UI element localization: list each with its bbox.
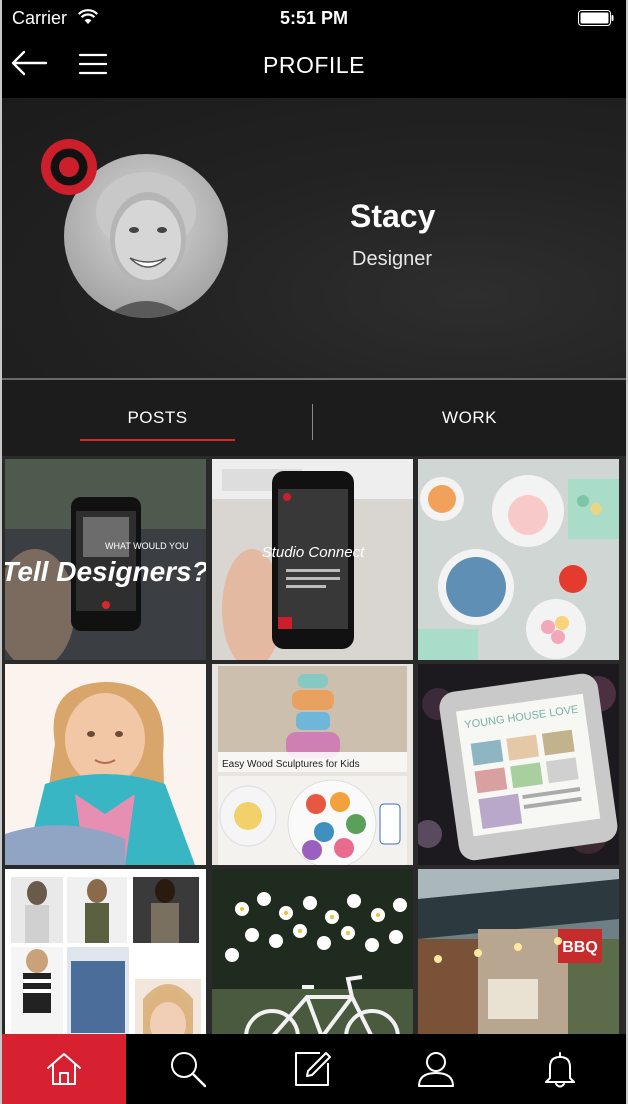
post-tile[interactable]: BBQ: [418, 869, 619, 1034]
compose-icon: [295, 1052, 331, 1086]
post-tile[interactable]: [418, 459, 619, 660]
clock: 5:51 PM: [279, 8, 349, 28]
post-tile[interactable]: [5, 664, 206, 865]
target-logo-icon: [41, 139, 97, 195]
post-subtext: WHAT WOULD YOU: [105, 541, 189, 551]
post-tile[interactable]: Easy Wood Sculptures for Kids: [212, 664, 413, 865]
post-tile[interactable]: Studio Connect: [212, 459, 413, 660]
posts-grid: WHAT WOULD YOU Tell Designers? Studio Co…: [0, 456, 628, 1034]
tab-bar-compose[interactable]: [250, 1034, 374, 1104]
status-bar: Carrier 5:51 PM: [0, 0, 628, 36]
profile-icon: [418, 1052, 454, 1087]
search-icon: [171, 1052, 207, 1088]
tab-bar-profile[interactable]: [374, 1034, 498, 1104]
post-text: BBQ: [562, 939, 598, 956]
post-tile[interactable]: [212, 869, 413, 1034]
home-icon: [47, 1053, 81, 1085]
tab-bar-notifications[interactable]: [498, 1034, 622, 1104]
post-caption: Easy Wood Sculptures for Kids: [222, 759, 360, 770]
page-title: PROFILE: [263, 52, 365, 78]
tab-divider: [312, 404, 313, 440]
tab-work[interactable]: WORK: [392, 408, 547, 428]
profile-name: Stacy: [350, 198, 436, 234]
post-tile[interactable]: YOUNG HOUSE LOVE: [418, 664, 619, 865]
post-text: Tell Designers?: [5, 556, 206, 587]
bottom-tab-bar: [0, 1034, 628, 1104]
battery-icon: [578, 10, 614, 26]
profile-tabs: POSTS WORK: [0, 380, 628, 456]
tab-posts[interactable]: POSTS: [80, 408, 235, 428]
bell-icon: [545, 1052, 575, 1088]
profile-header: Stacy Designer: [0, 98, 628, 380]
tab-bar-home[interactable]: [2, 1034, 126, 1104]
profile-role: Designer: [352, 248, 433, 270]
post-tile[interactable]: [5, 869, 206, 1034]
nav-bar: PROFILE: [0, 36, 628, 98]
post-tile[interactable]: WHAT WOULD YOU Tell Designers?: [5, 459, 206, 660]
post-text: Studio Connect: [262, 544, 365, 561]
active-tab-indicator: [80, 439, 235, 441]
tab-bar-search[interactable]: [126, 1034, 250, 1104]
